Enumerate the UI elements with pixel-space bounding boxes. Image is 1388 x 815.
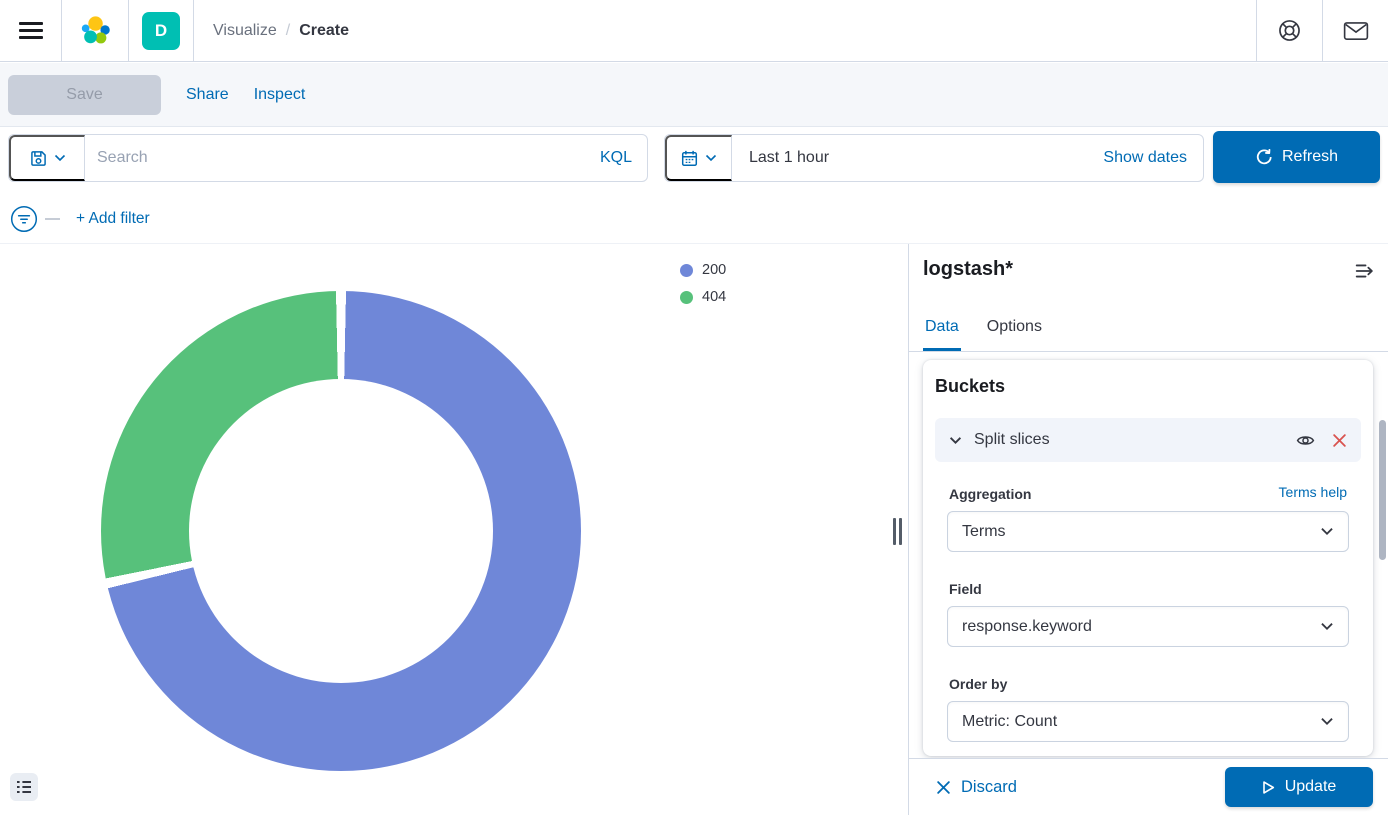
add-filter-button[interactable]: + Add filter bbox=[76, 210, 150, 228]
hamburger-icon bbox=[19, 18, 43, 43]
panel-resize-handle[interactable] bbox=[893, 518, 903, 545]
calendar-icon bbox=[681, 150, 698, 167]
split-slices-accordion[interactable]: Split slices bbox=[935, 418, 1361, 462]
kibana-visualize-app: D Visualize / Create Save Share Inspect bbox=[0, 0, 1388, 815]
panel-header: logstash* Data Options bbox=[909, 244, 1388, 352]
elastic-logo-icon bbox=[78, 14, 112, 48]
eye-icon bbox=[1296, 431, 1315, 450]
menu-right-icon bbox=[1355, 261, 1375, 281]
legend-item[interactable]: 404 bbox=[680, 289, 726, 305]
legend-label: 404 bbox=[702, 289, 726, 305]
inspect-button[interactable]: Inspect bbox=[254, 86, 306, 104]
tab-options[interactable]: Options bbox=[985, 318, 1044, 351]
chevron-down-icon bbox=[54, 154, 66, 162]
tab-data[interactable]: Data bbox=[923, 318, 961, 351]
play-icon bbox=[1262, 780, 1275, 795]
newsfeed-button[interactable] bbox=[1322, 0, 1388, 61]
share-button[interactable]: Share bbox=[186, 86, 229, 104]
discard-label: Discard bbox=[961, 778, 1017, 797]
donut-hole bbox=[189, 379, 493, 683]
field-label: Field bbox=[949, 581, 982, 597]
breadcrumb-visualize[interactable]: Visualize bbox=[213, 22, 277, 40]
aggregation-label: Aggregation bbox=[949, 486, 1031, 502]
vis-editor-panel: logstash* Data Options Buckets Split sli… bbox=[908, 244, 1388, 815]
panel-footer: Discard Update bbox=[909, 758, 1388, 815]
field-select[interactable]: response.keyword bbox=[947, 606, 1349, 647]
breadcrumb-separator: / bbox=[286, 22, 290, 40]
space-badge[interactable]: D bbox=[142, 12, 180, 50]
toggle-visibility-button[interactable] bbox=[1296, 431, 1315, 450]
filter-icon bbox=[10, 205, 38, 233]
legend-dot-200 bbox=[680, 264, 693, 277]
legend-dot-404 bbox=[680, 291, 693, 304]
chevron-down-icon bbox=[949, 436, 962, 445]
index-pattern-title: logstash* bbox=[923, 258, 1013, 281]
quick-select-menu-button[interactable] bbox=[665, 135, 732, 181]
top-nav-bar: Save Share Inspect bbox=[0, 63, 1388, 127]
breadcrumb: Visualize / Create bbox=[194, 0, 349, 61]
list-icon bbox=[16, 779, 32, 795]
buckets-card: Buckets Split slices bbox=[923, 360, 1373, 756]
order-by-select[interactable]: Metric: Count bbox=[947, 701, 1349, 742]
show-dates-button[interactable]: Show dates bbox=[1087, 149, 1203, 167]
refresh-label: Refresh bbox=[1282, 148, 1338, 166]
panel-scrollbar[interactable] bbox=[1379, 420, 1386, 560]
search-input[interactable] bbox=[85, 135, 585, 181]
chevron-down-icon bbox=[705, 154, 717, 162]
chevron-down-icon bbox=[1320, 527, 1334, 536]
time-picker: Last 1 hour Show dates bbox=[664, 134, 1204, 182]
order-by-value: Metric: Count bbox=[962, 713, 1057, 731]
buckets-heading: Buckets bbox=[935, 376, 1005, 397]
help-button[interactable] bbox=[1256, 0, 1322, 61]
terms-help-link[interactable]: Terms help bbox=[1279, 484, 1347, 500]
life-ring-icon bbox=[1277, 18, 1302, 43]
refresh-icon bbox=[1255, 149, 1272, 166]
legend-toggle-button[interactable] bbox=[10, 773, 38, 801]
nav-menu-button[interactable] bbox=[0, 0, 62, 61]
remove-agg-button[interactable] bbox=[1332, 433, 1347, 448]
update-button[interactable]: Update bbox=[1225, 767, 1373, 807]
chart-legend: 200 404 bbox=[680, 262, 726, 305]
collapse-panel-button[interactable] bbox=[1355, 261, 1375, 281]
editor-tabs: Data Options bbox=[923, 318, 1044, 351]
time-range-value[interactable]: Last 1 hour bbox=[732, 149, 1087, 167]
filter-dash bbox=[45, 218, 60, 220]
cross-icon bbox=[936, 780, 951, 795]
query-bar-area: KQL Last 1 hour Show dates Refresh bbox=[0, 128, 1388, 244]
aggregation-select[interactable]: Terms bbox=[947, 511, 1349, 552]
query-language-button[interactable]: KQL bbox=[585, 149, 647, 167]
close-icon bbox=[1332, 433, 1347, 448]
donut-chart[interactable] bbox=[101, 291, 581, 771]
search-box: KQL bbox=[8, 134, 648, 182]
save-query-icon bbox=[30, 150, 47, 167]
order-by-label: Order by bbox=[949, 676, 1007, 692]
filter-menu-button[interactable] bbox=[10, 205, 38, 233]
legend-item[interactable]: 200 bbox=[680, 262, 726, 278]
discard-button[interactable]: Discard bbox=[936, 778, 1017, 797]
field-value: response.keyword bbox=[962, 618, 1092, 636]
split-slices-label: Split slices bbox=[974, 431, 1050, 449]
save-button[interactable]: Save bbox=[8, 75, 161, 115]
filter-bar: + Add filter bbox=[0, 196, 1388, 242]
space-switcher[interactable]: D bbox=[129, 0, 194, 61]
saved-query-menu-button[interactable] bbox=[9, 135, 85, 181]
app-header: D Visualize / Create bbox=[0, 0, 1388, 62]
elastic-logo[interactable] bbox=[62, 0, 129, 61]
chevron-down-icon bbox=[1320, 622, 1334, 631]
mail-icon bbox=[1343, 21, 1369, 41]
update-label: Update bbox=[1285, 778, 1337, 796]
chevron-down-icon bbox=[1320, 717, 1334, 726]
refresh-button[interactable]: Refresh bbox=[1213, 131, 1380, 183]
aggregation-value: Terms bbox=[962, 523, 1006, 541]
legend-label: 200 bbox=[702, 262, 726, 278]
breadcrumb-create: Create bbox=[299, 22, 349, 40]
